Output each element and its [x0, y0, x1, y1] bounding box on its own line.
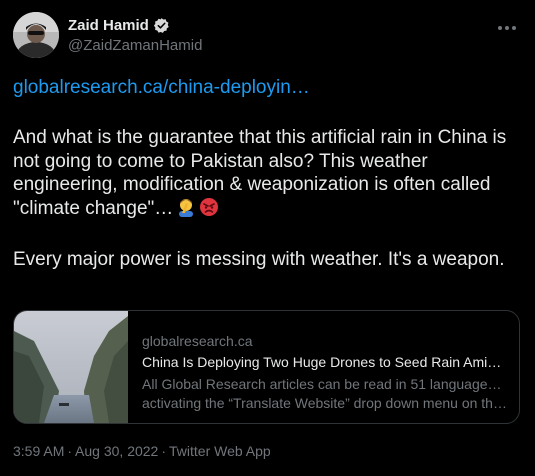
display-name[interactable]: Zaid Hamid [68, 17, 149, 34]
tweet-header: Zaid Hamid @ZaidZamanHamid [13, 12, 523, 60]
tweet: Zaid Hamid @ZaidZamanHamid globalresearc… [0, 0, 535, 476]
verified-badge-icon [153, 17, 170, 34]
source-app[interactable]: Twitter Web App [169, 443, 271, 459]
card-description: All Global Research articles can be read… [142, 375, 508, 413]
card-description-line-1: All Global Research articles can be read… [142, 376, 508, 392]
tweet-paragraph-2: Every major power is messing with weathe… [13, 249, 505, 270]
card-domain: globalresearch.ca [142, 333, 253, 349]
tweet-time[interactable]: 3:59 AM [13, 443, 64, 459]
angry-face-emoji [199, 197, 219, 224]
card-title: China Is Deploying Two Huge Drones to Se… [142, 354, 508, 370]
link-preview-card[interactable]: globalresearch.ca China Is Deploying Two… [13, 310, 520, 424]
tweet-date[interactable]: Aug 30, 2022 [75, 443, 158, 459]
tweet-body: And what is the guarantee that this arti… [13, 126, 523, 297]
handle[interactable]: @ZaidZamanHamid [68, 37, 202, 54]
man-facepalming-emoji [176, 197, 196, 224]
card-description-line-2: activating the “Translate Website” drop … [142, 395, 508, 411]
tweet-paragraph-1: And what is the guarantee that this arti… [13, 126, 523, 223]
river-gorge-photo [14, 311, 128, 423]
tweet-paragraph-1-text: And what is the guarantee that this arti… [13, 127, 507, 219]
separator: · [161, 443, 167, 459]
more-options-icon[interactable] [493, 14, 521, 42]
avatar[interactable] [13, 12, 59, 58]
tweet-metadata: 3:59 AM · Aug 30, 2022 · Twitter Web App [13, 443, 271, 459]
tweet-link[interactable]: globalresearch.ca/china-deployin… [13, 77, 310, 99]
separator: · [67, 443, 73, 459]
